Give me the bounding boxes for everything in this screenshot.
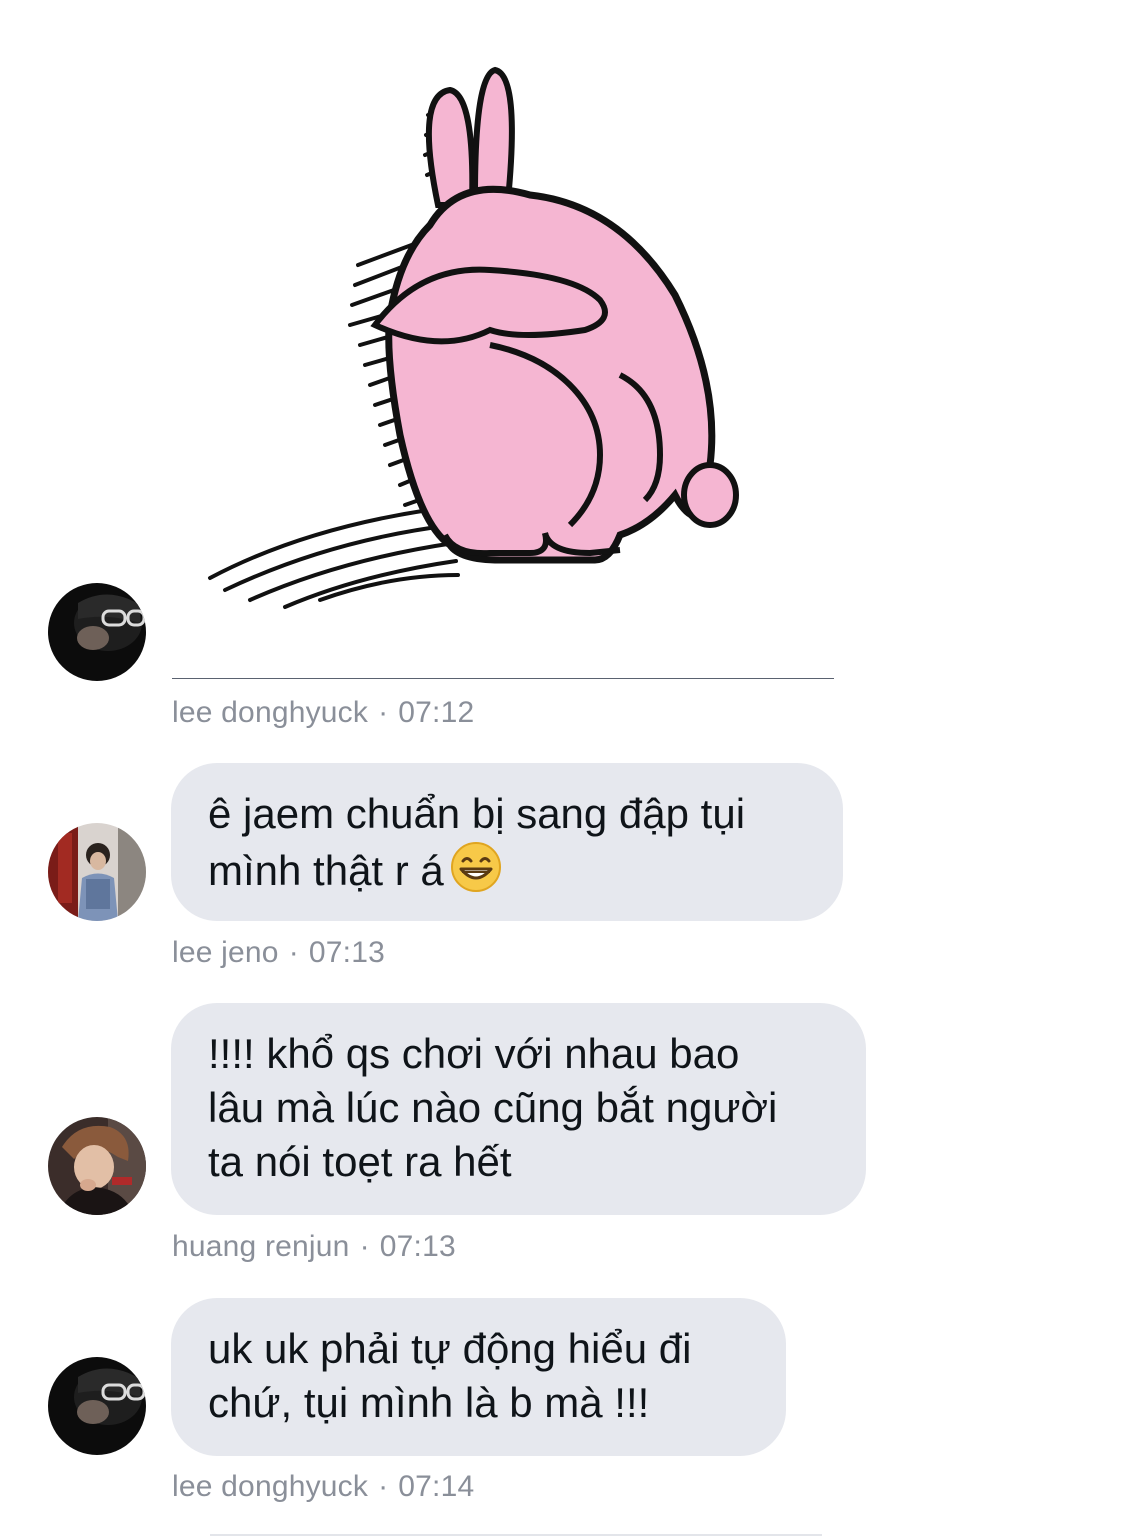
- avatar-lee-jeno[interactable]: [48, 823, 146, 921]
- avatar-huang-renjun[interactable]: [48, 1117, 146, 1215]
- sender-name[interactable]: lee jeno: [172, 936, 279, 969]
- message-bubble[interactable]: uk uk phải tự động hiểu đi chứ, tụi mình…: [171, 1298, 786, 1456]
- message-time: 07:12: [398, 696, 475, 729]
- message-line: mình thật r á: [208, 847, 444, 894]
- message-bubble[interactable]: ê jaem chuẩn bị sang đập tụi mình thật r…: [171, 763, 843, 921]
- meta-separator: ·: [288, 936, 299, 969]
- message-time: 07:13: [379, 1230, 456, 1263]
- message-time: 07:14: [398, 1470, 475, 1503]
- avatar-lee-donghyuck[interactable]: [48, 1357, 146, 1455]
- meta-separator: ·: [378, 1470, 389, 1503]
- message-line: ta nói toẹt ra hết: [208, 1138, 512, 1185]
- sender-name[interactable]: lee donghyuck: [172, 1470, 368, 1503]
- message-line: uk uk phải tự động hiểu đi: [208, 1325, 692, 1372]
- message-meta: lee jeno · 07:13: [172, 936, 385, 970]
- sender-name[interactable]: lee donghyuck: [172, 696, 368, 729]
- grinning-face-icon: [450, 842, 501, 892]
- message-meta: huang renjun · 07:13: [172, 1230, 456, 1264]
- sender-name[interactable]: huang renjun: [172, 1230, 350, 1263]
- message-line: !!!! khổ qs chơi với nhau bao: [208, 1030, 740, 1077]
- message-meta: lee donghyuck · 07:14: [172, 1470, 474, 1504]
- next-message-edge: [210, 1534, 822, 1536]
- avatar-lee-donghyuck[interactable]: [48, 583, 146, 681]
- pink-rabbit-sticker-icon[interactable]: [190, 55, 750, 625]
- message-time: 07:13: [308, 936, 385, 969]
- meta-separator: ·: [378, 696, 389, 729]
- message-meta: lee donghyuck · 07:12: [172, 696, 474, 730]
- message-line: lâu mà lúc nào cũng bắt người: [208, 1084, 778, 1131]
- message-bubble[interactable]: !!!! khổ qs chơi với nhau bao lâu mà lúc…: [171, 1003, 866, 1215]
- message-line: chứ, tụi mình là b mà !!!: [208, 1379, 650, 1426]
- message-line-with-emoji: mình thật r á: [208, 841, 807, 898]
- message-line: ê jaem chuẩn bị sang đập tụi: [208, 790, 746, 837]
- sticker-divider: [172, 678, 834, 679]
- meta-separator: ·: [359, 1230, 370, 1263]
